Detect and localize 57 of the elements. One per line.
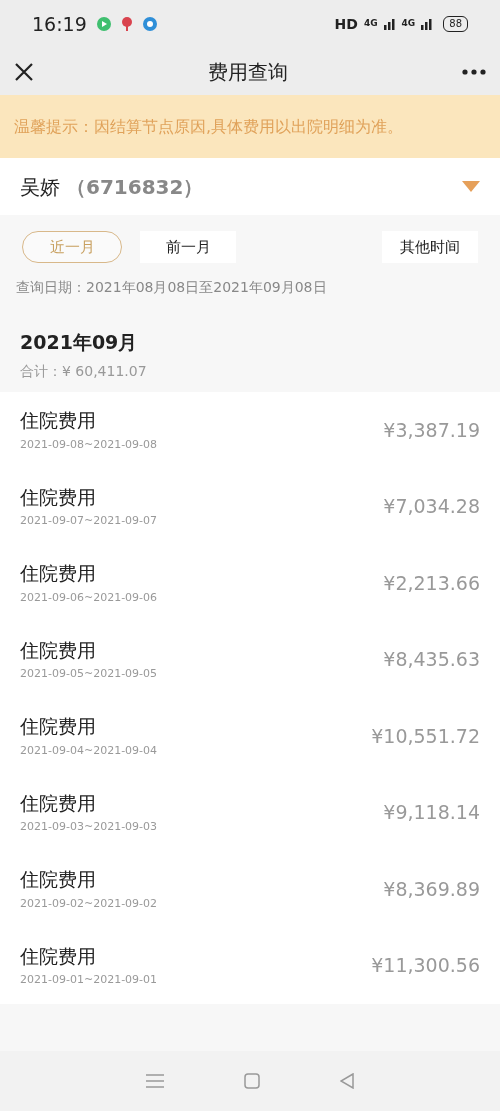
month-heading: 2021年09月 xyxy=(20,330,139,355)
record-amount: ¥11,300.56 xyxy=(371,953,480,978)
back-icon[interactable] xyxy=(340,1073,354,1089)
date-tab[interactable]: 前一月 xyxy=(140,231,236,263)
record-title: 住院费用 xyxy=(20,867,97,893)
signal-icon xyxy=(383,18,396,30)
battery-indicator: 88 xyxy=(443,16,468,32)
record-amount: ¥8,369.89 xyxy=(383,876,480,902)
record-title: 住院费用 xyxy=(20,790,97,816)
fee-record[interactable]: 住院费用 2021-09-07~2021-09-07 ¥7,034.28 xyxy=(0,468,500,545)
home-icon[interactable] xyxy=(244,1073,260,1089)
patient-name: 吴娇 xyxy=(20,173,60,201)
fee-record[interactable]: 住院费用 2021-09-02~2021-09-02 ¥8,369.89 xyxy=(0,850,500,927)
network-label: HD xyxy=(334,14,358,34)
network-label: 4G xyxy=(363,17,378,31)
record-title: 住院费用 xyxy=(20,561,97,587)
month-total: 合计：¥ 60,411.07 xyxy=(20,361,148,381)
record-dates: 2021-09-03~2021-09-03 xyxy=(20,819,158,836)
record-dates: 2021-09-02~2021-09-02 xyxy=(20,895,158,912)
record-dates: 2021-09-07~2021-09-07 xyxy=(20,513,158,530)
app-icon xyxy=(142,17,157,31)
more-icon[interactable] xyxy=(462,68,486,75)
fee-record[interactable]: 住院费用 2021-09-08~2021-09-08 ¥3,387.19 xyxy=(0,391,500,468)
fee-record[interactable]: 住院费用 2021-09-05~2021-09-05 ¥8,435.63 xyxy=(0,621,500,698)
record-title: 住院费用 xyxy=(20,714,97,740)
record-title: 住院费用 xyxy=(20,637,97,663)
record-title: 住院费用 xyxy=(20,484,97,510)
patient-id: （6716832） xyxy=(66,173,204,201)
record-title: 住院费用 xyxy=(20,408,97,434)
record-amount: ¥3,387.19 xyxy=(383,417,480,443)
signal-icon xyxy=(421,18,434,30)
query-date-range: 查询日期：2021年08月08日至2021年09月08日 xyxy=(15,278,328,297)
fee-record[interactable]: 住院费用 2021-09-01~2021-09-01 ¥11,300.56 xyxy=(0,927,500,1004)
status-time: 16:19 xyxy=(32,11,87,37)
fee-record[interactable]: 住院费用 2021-09-03~2021-09-03 ¥9,118.14 xyxy=(0,774,500,851)
notice-banner: 温馨提示：因结算节点原因,具体费用以出院明细为准。 xyxy=(0,95,500,158)
record-amount: ¥2,213.66 xyxy=(383,570,480,596)
record-dates: 2021-09-08~2021-09-08 xyxy=(20,436,158,453)
dropdown-caret-icon[interactable] xyxy=(462,181,480,192)
fee-record[interactable]: 住院费用 2021-09-04~2021-09-04 ¥10,551.72 xyxy=(0,697,500,774)
record-amount: ¥9,118.14 xyxy=(383,800,480,825)
menu-icon[interactable] xyxy=(146,1074,164,1088)
date-tab[interactable]: 其他时间 xyxy=(382,231,478,263)
record-dates: 2021-09-01~2021-09-01 xyxy=(20,972,158,989)
record-title: 住院费用 xyxy=(20,943,97,969)
close-icon[interactable] xyxy=(14,61,34,82)
record-amount: ¥7,034.28 xyxy=(383,494,480,519)
map-pin-icon xyxy=(120,16,133,32)
page-title: 费用查询 xyxy=(208,58,288,86)
record-dates: 2021-09-06~2021-09-06 xyxy=(20,589,158,606)
network-label: 4G xyxy=(401,17,416,31)
record-amount: ¥10,551.72 xyxy=(371,723,480,749)
record-dates: 2021-09-05~2021-09-05 xyxy=(20,666,158,683)
record-amount: ¥8,435.63 xyxy=(383,647,480,672)
fee-record[interactable]: 住院费用 2021-09-06~2021-09-06 ¥2,213.66 xyxy=(0,544,500,621)
record-dates: 2021-09-04~2021-09-04 xyxy=(20,742,158,759)
play-icon xyxy=(96,17,111,31)
